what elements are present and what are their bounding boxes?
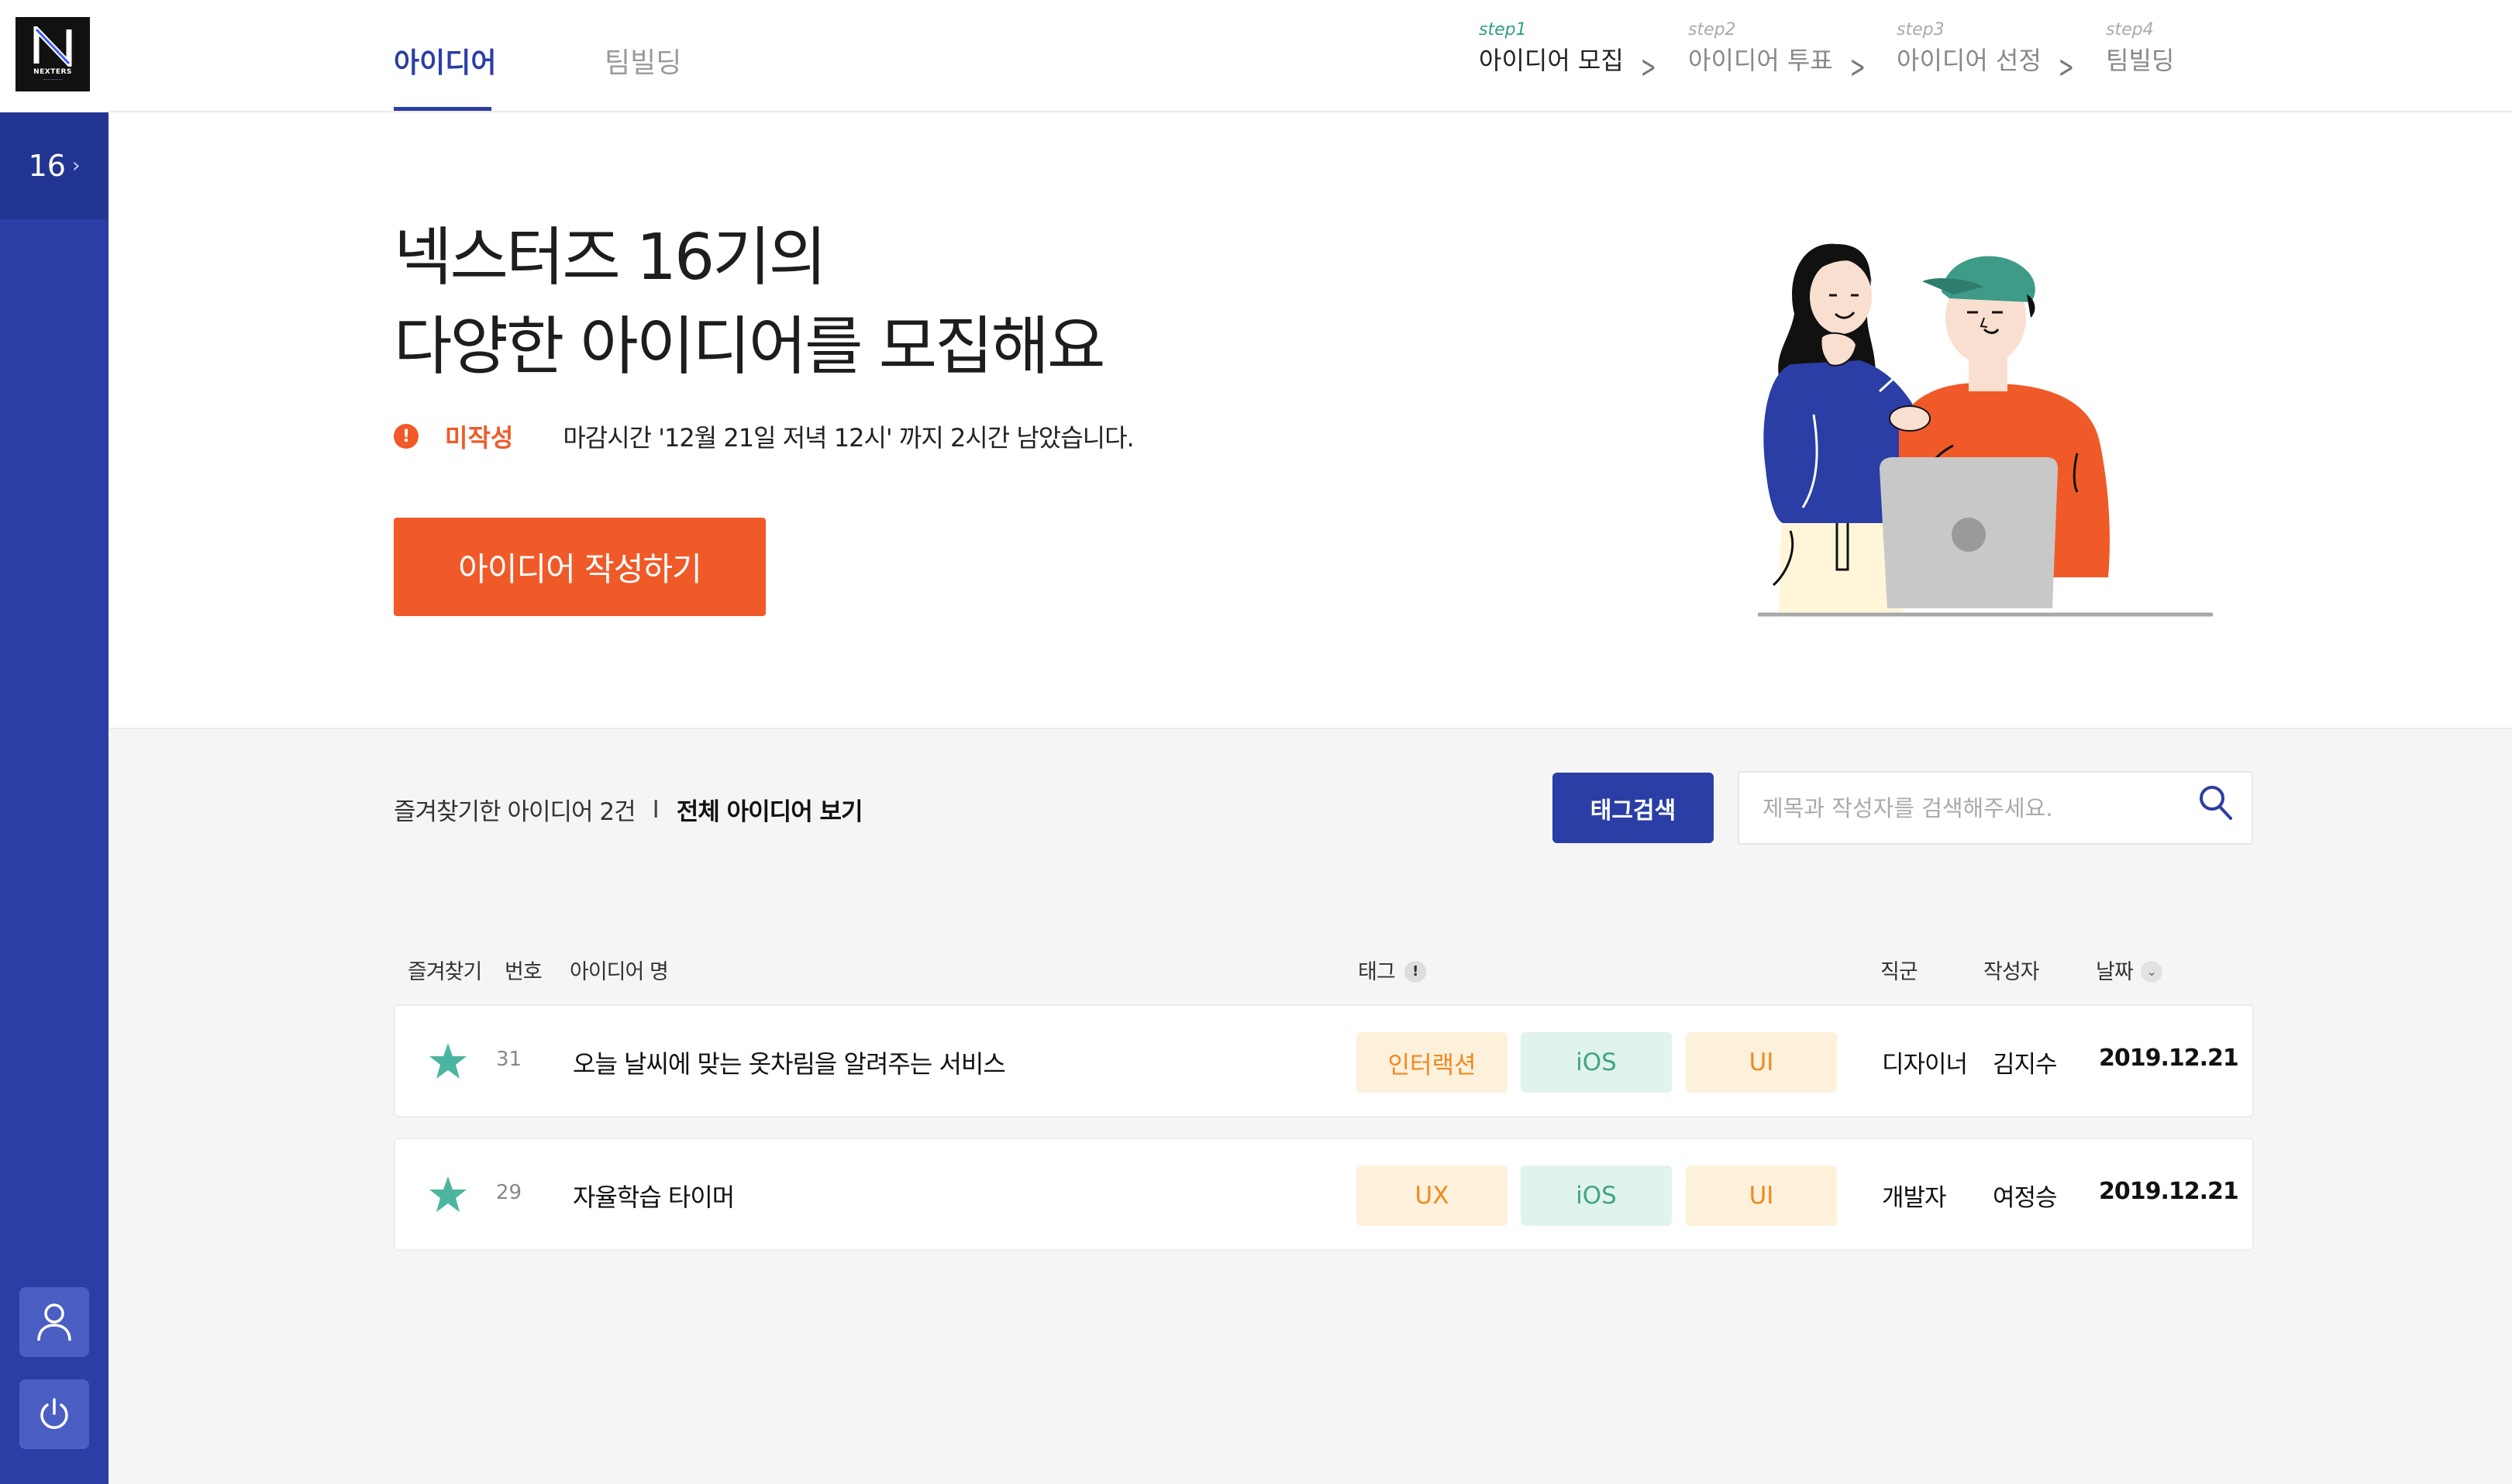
active-tab-indicator (394, 107, 491, 111)
idea-title[interactable]: 오늘 날씨에 맞는 옷차림을 알려주는 서비스 (573, 1045, 1006, 1080)
chevron-right-icon: › (71, 154, 81, 177)
step-2: step2 아이디어 투표 (1688, 20, 1833, 77)
column-date-label: 날짜 (2096, 960, 2134, 984)
idea-date: 2019.12.21 (2099, 1178, 2239, 1205)
tag-search-button[interactable]: 태그검색 (1552, 773, 1714, 843)
step-number: step1 (1479, 20, 1527, 40)
step-3: step3 아이디어 선정 (1897, 20, 2042, 77)
idea-title[interactable]: 자율학습 타이머 (573, 1178, 735, 1214)
favorites-count-link[interactable]: 즐겨찾기한 아이디어 2건 (394, 792, 636, 827)
table-row[interactable]: 31 오늘 날씨에 맞는 옷차림을 알려주는 서비스 인터랙션 iOS UI 디… (394, 1004, 2254, 1117)
step-name: 아이디어 투표 (1688, 46, 1833, 75)
generation-number: 16 (28, 149, 66, 183)
step-1: step1 아이디어 모집 (1479, 20, 1624, 77)
logo-subline: ————— (43, 77, 63, 82)
nexters-n-icon (33, 26, 72, 67)
sidebar: NEXTERS ————— 16 › (0, 0, 109, 1484)
idea-date: 2019.12.21 (2099, 1045, 2239, 1072)
view-all-ideas-link[interactable]: 전체 아이디어 보기 (677, 792, 863, 827)
nexters-logo: NEXTERS ————— (16, 17, 90, 91)
column-tag-label: 태그 (1358, 960, 1396, 984)
chevron-right-icon: > (1640, 50, 1656, 85)
chevron-right-icon: > (2058, 50, 2074, 85)
hero-section: 넥스터즈 16기의 다양한 아이디어를 모집해요 ! 미작성 마감시간 '12월… (109, 112, 2512, 729)
top-navigation: 아이디어 팀빌딩 step1 아이디어 모집 > step2 아이디어 투표 >… (109, 0, 2512, 112)
tag-chip[interactable]: UX (1356, 1166, 1508, 1226)
star-icon[interactable] (428, 1175, 468, 1214)
favorites-filter-row: 즐겨찾기한 아이디어 2건 I 전체 아이디어 보기 (394, 792, 863, 827)
column-number: 번호 (505, 960, 543, 984)
profile-button[interactable] (19, 1287, 89, 1357)
tab-team-building[interactable]: 팀빌딩 (605, 40, 681, 81)
table-row[interactable]: 29 자율학습 타이머 UX iOS UI 개발자 여정승 2019.12.21 (394, 1138, 2254, 1251)
hero-title-line-2: 다양한 아이디어를 모집해요 (394, 310, 1105, 384)
user-icon (37, 1303, 71, 1341)
column-author: 작성자 (1983, 960, 2040, 984)
alert-icon: ! (394, 424, 419, 449)
step-number: step3 (1897, 20, 1945, 40)
power-icon (40, 1398, 68, 1429)
logout-button[interactable] (19, 1379, 89, 1449)
idea-number: 29 (496, 1181, 522, 1204)
search-icon[interactable] (2197, 783, 2235, 826)
team-illustration (1758, 243, 2213, 617)
step-number: step2 (1688, 20, 1736, 40)
step-name: 아이디어 선정 (1897, 46, 2042, 75)
author-name: 여정승 (1993, 1184, 2058, 1212)
tag-chip[interactable]: iOS (1521, 1032, 1672, 1093)
search-box (1738, 771, 2253, 845)
author-role: 개발자 (1882, 1184, 1947, 1212)
write-idea-button[interactable]: 아이디어 작성하기 (394, 518, 766, 616)
tab-idea[interactable]: 아이디어 (394, 40, 496, 81)
sort-chevron-down-icon[interactable]: ⌄ (2140, 961, 2162, 983)
hero-title: 넥스터즈 16기의 다양한 아이디어를 모집해요 (394, 213, 1105, 391)
hero-title-line-1: 넥스터즈 16기의 (394, 221, 827, 294)
filter-divider: I (652, 795, 660, 824)
step-name: 아이디어 모집 (1479, 46, 1624, 75)
step-number: step4 (2106, 20, 2154, 40)
chevron-right-icon: > (1849, 50, 1866, 85)
author-role: 디자이너 (1882, 1051, 1968, 1079)
generation-selector[interactable]: 16 › (0, 112, 109, 219)
column-idea-name: 아이디어 명 (570, 960, 669, 984)
column-favorite: 즐겨찾기 (408, 960, 482, 984)
status-badge: 미작성 (445, 423, 514, 453)
step-name: 팀빌딩 (2106, 46, 2175, 75)
column-date: 날짜 ⌄ (2096, 955, 2162, 985)
column-tag: 태그! (1358, 955, 1426, 985)
tag-chip[interactable]: iOS (1521, 1166, 1672, 1226)
star-icon[interactable] (428, 1042, 468, 1080)
author-name: 김지수 (1993, 1051, 2058, 1079)
column-role: 직군 (1880, 960, 1918, 984)
tag-chip[interactable]: 인터랙션 (1356, 1032, 1508, 1093)
step-4: step4 팀빌딩 (2106, 20, 2174, 77)
status-row: ! 미작성 마감시간 '12월 21일 저녁 12시' 까지 2시간 남았습니다… (394, 418, 1135, 454)
info-icon[interactable]: ! (1404, 961, 1426, 983)
search-input[interactable] (1763, 773, 2181, 843)
logo[interactable]: NEXTERS ————— (0, 0, 109, 112)
tag-chip[interactable]: UI (1686, 1032, 1837, 1093)
idea-number: 31 (496, 1048, 522, 1071)
logo-text: NEXTERS (33, 68, 72, 76)
deadline-text: 마감시간 '12월 21일 저녁 12시' 까지 2시간 남았습니다. (563, 423, 1134, 453)
tag-chip[interactable]: UI (1686, 1166, 1837, 1226)
